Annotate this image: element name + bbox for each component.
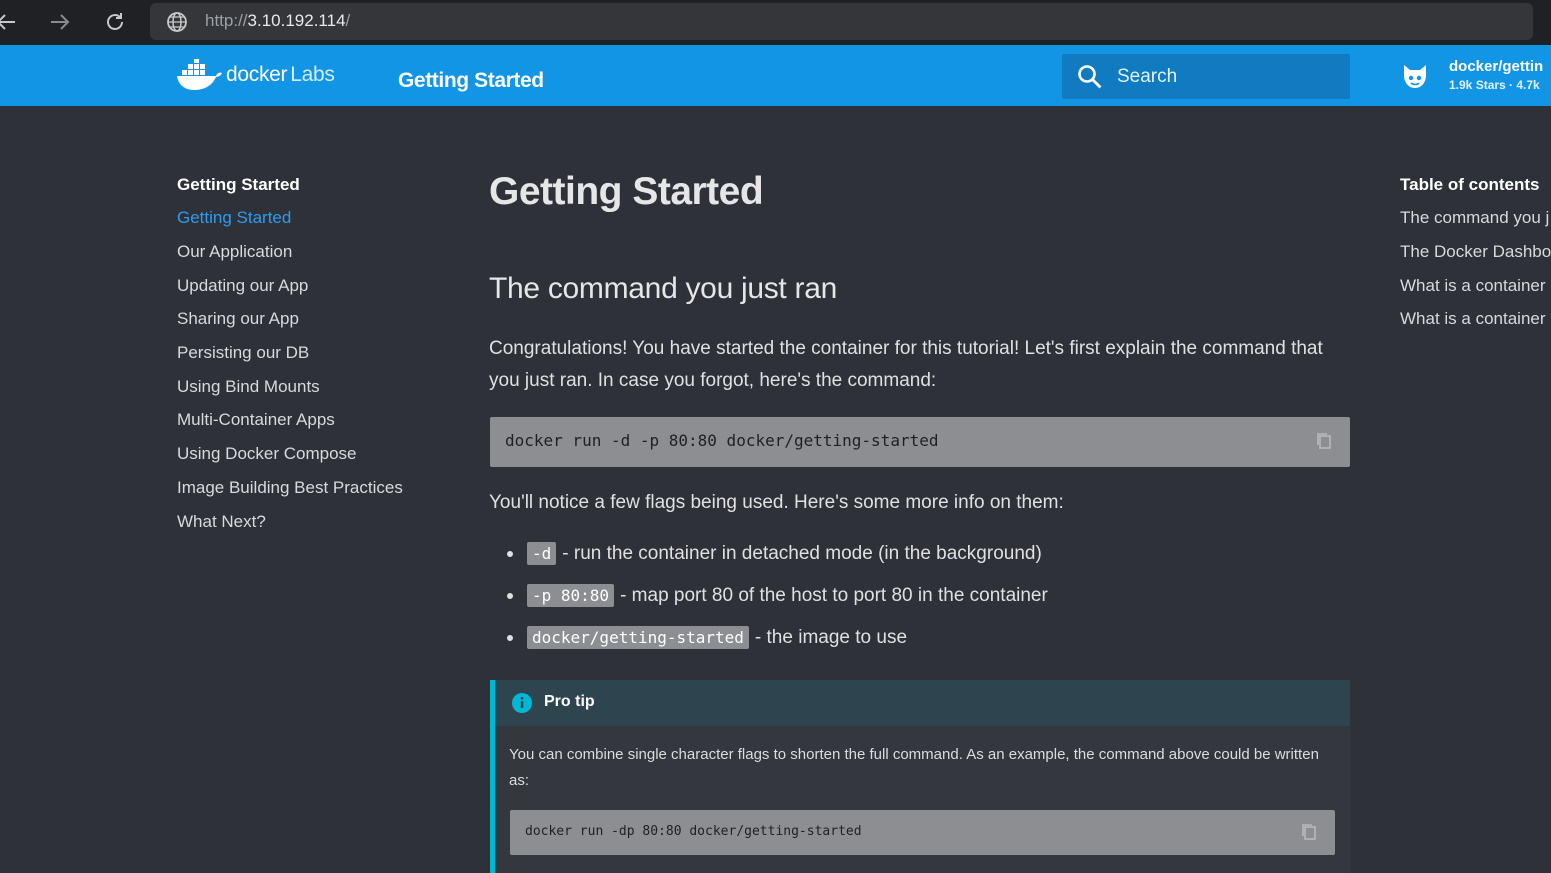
search-box[interactable]: Search bbox=[1062, 54, 1350, 99]
inline-code: -p 80:80 bbox=[527, 584, 615, 607]
info-icon bbox=[511, 692, 533, 714]
address-bar[interactable]: http://3.10.192.114/ bbox=[150, 3, 1533, 40]
admonition-text: You can combine single character flags t… bbox=[509, 746, 1319, 789]
sidebar-item-our-application[interactable]: Our Application bbox=[177, 242, 292, 262]
pro-tip-admonition: Pro tip You can combine single character… bbox=[490, 680, 1350, 873]
site-header: docker Labs Getting Started Search docker… bbox=[0, 45, 1551, 106]
sidebar-item-sharing-our-app[interactable]: Sharing our App bbox=[177, 309, 299, 329]
copy-icon[interactable] bbox=[1299, 822, 1319, 842]
code-block: docker run -dp 80:80 docker/getting-star… bbox=[510, 810, 1335, 855]
sidebar-item-using-docker-compose[interactable]: Using Docker Compose bbox=[177, 444, 357, 464]
toc-item[interactable]: The command you j bbox=[1400, 208, 1549, 228]
header-title: Getting Started bbox=[398, 69, 544, 92]
docker-whale-icon bbox=[177, 59, 222, 90]
sidebar-item-multi-container-apps[interactable]: Multi-Container Apps bbox=[177, 410, 335, 430]
forward-arrow-icon[interactable] bbox=[46, 8, 74, 36]
list-item-text: - the image to use bbox=[754, 626, 908, 648]
bullet-dot bbox=[507, 592, 513, 599]
flags-paragraph: You'll notice a few flags being used. He… bbox=[489, 492, 1064, 513]
logo-suffix: Labs bbox=[290, 63, 335, 86]
github-icon[interactable] bbox=[1400, 62, 1430, 92]
reload-icon[interactable] bbox=[101, 8, 129, 36]
list-item: docker/getting-started - the image to us… bbox=[507, 626, 907, 649]
sidebar-item-using-bind-mounts[interactable]: Using Bind Mounts bbox=[177, 377, 320, 397]
sidebar-item-updating-our-app[interactable]: Updating our App bbox=[177, 276, 308, 296]
bullet-dot bbox=[507, 634, 513, 641]
search-placeholder: Search bbox=[1117, 66, 1178, 87]
url-scheme: http:// bbox=[205, 11, 248, 30]
sidebar-item-what-next[interactable]: What Next? bbox=[177, 512, 266, 532]
url-path: / bbox=[345, 11, 351, 30]
admonition-header: Pro tip bbox=[495, 680, 1350, 726]
intro-paragraph: Congratulations! You have started the co… bbox=[489, 338, 1323, 391]
code-block: docker run -d -p 80:80 docker/getting-st… bbox=[490, 417, 1350, 467]
search-icon bbox=[1077, 64, 1103, 90]
docker-labs-logo[interactable]: docker Labs bbox=[176, 59, 335, 91]
sidebar-item-image-building-best-practices[interactable]: Image Building Best Practices bbox=[177, 478, 403, 498]
code-text[interactable]: docker run -dp 80:80 docker/getting-star… bbox=[525, 824, 862, 839]
repo-stats: 1.9k Stars · 4.7k bbox=[1449, 78, 1540, 92]
section-heading: The command you just ran bbox=[489, 272, 837, 305]
toc-item[interactable]: What is a container bbox=[1400, 276, 1546, 296]
back-arrow-icon[interactable] bbox=[0, 8, 20, 36]
browser-toolbar: http://3.10.192.114/ bbox=[0, 0, 1551, 45]
url-text: http://3.10.192.114/ bbox=[205, 11, 350, 31]
toc-item[interactable]: The Docker Dashbo bbox=[1400, 242, 1551, 262]
list-item: -p 80:80 - map port 80 of the host to po… bbox=[507, 584, 1048, 607]
sidebar-item-getting-started[interactable]: Getting Started bbox=[177, 208, 291, 228]
inline-code: -d bbox=[527, 542, 557, 565]
code-text[interactable]: docker run -d -p 80:80 docker/getting-st… bbox=[505, 431, 938, 450]
sidebar-title: Getting Started bbox=[177, 175, 300, 194]
list-item-text: - map port 80 of the host to port 80 in … bbox=[620, 584, 1048, 606]
repo-name[interactable]: docker/gettin bbox=[1449, 58, 1543, 75]
admonition-title: Pro tip bbox=[544, 693, 595, 710]
toc-item[interactable]: What is a container bbox=[1400, 309, 1546, 329]
bullet-dot bbox=[507, 550, 513, 557]
list-item-text: - run the container in detached mode (in… bbox=[562, 542, 1042, 564]
inline-code: docker/getting-started bbox=[527, 626, 749, 649]
copy-icon[interactable] bbox=[1314, 431, 1334, 451]
toc-title: Table of contents bbox=[1400, 175, 1540, 194]
page-title: Getting Started bbox=[489, 170, 764, 213]
list-item: -d - run the container in detached mode … bbox=[507, 542, 1042, 565]
globe-icon bbox=[166, 11, 188, 33]
url-host: 3.10.192.114 bbox=[247, 11, 346, 30]
sidebar-item-persisting-our-db[interactable]: Persisting our DB bbox=[177, 343, 309, 363]
logo-text: docker Labs bbox=[226, 63, 335, 86]
